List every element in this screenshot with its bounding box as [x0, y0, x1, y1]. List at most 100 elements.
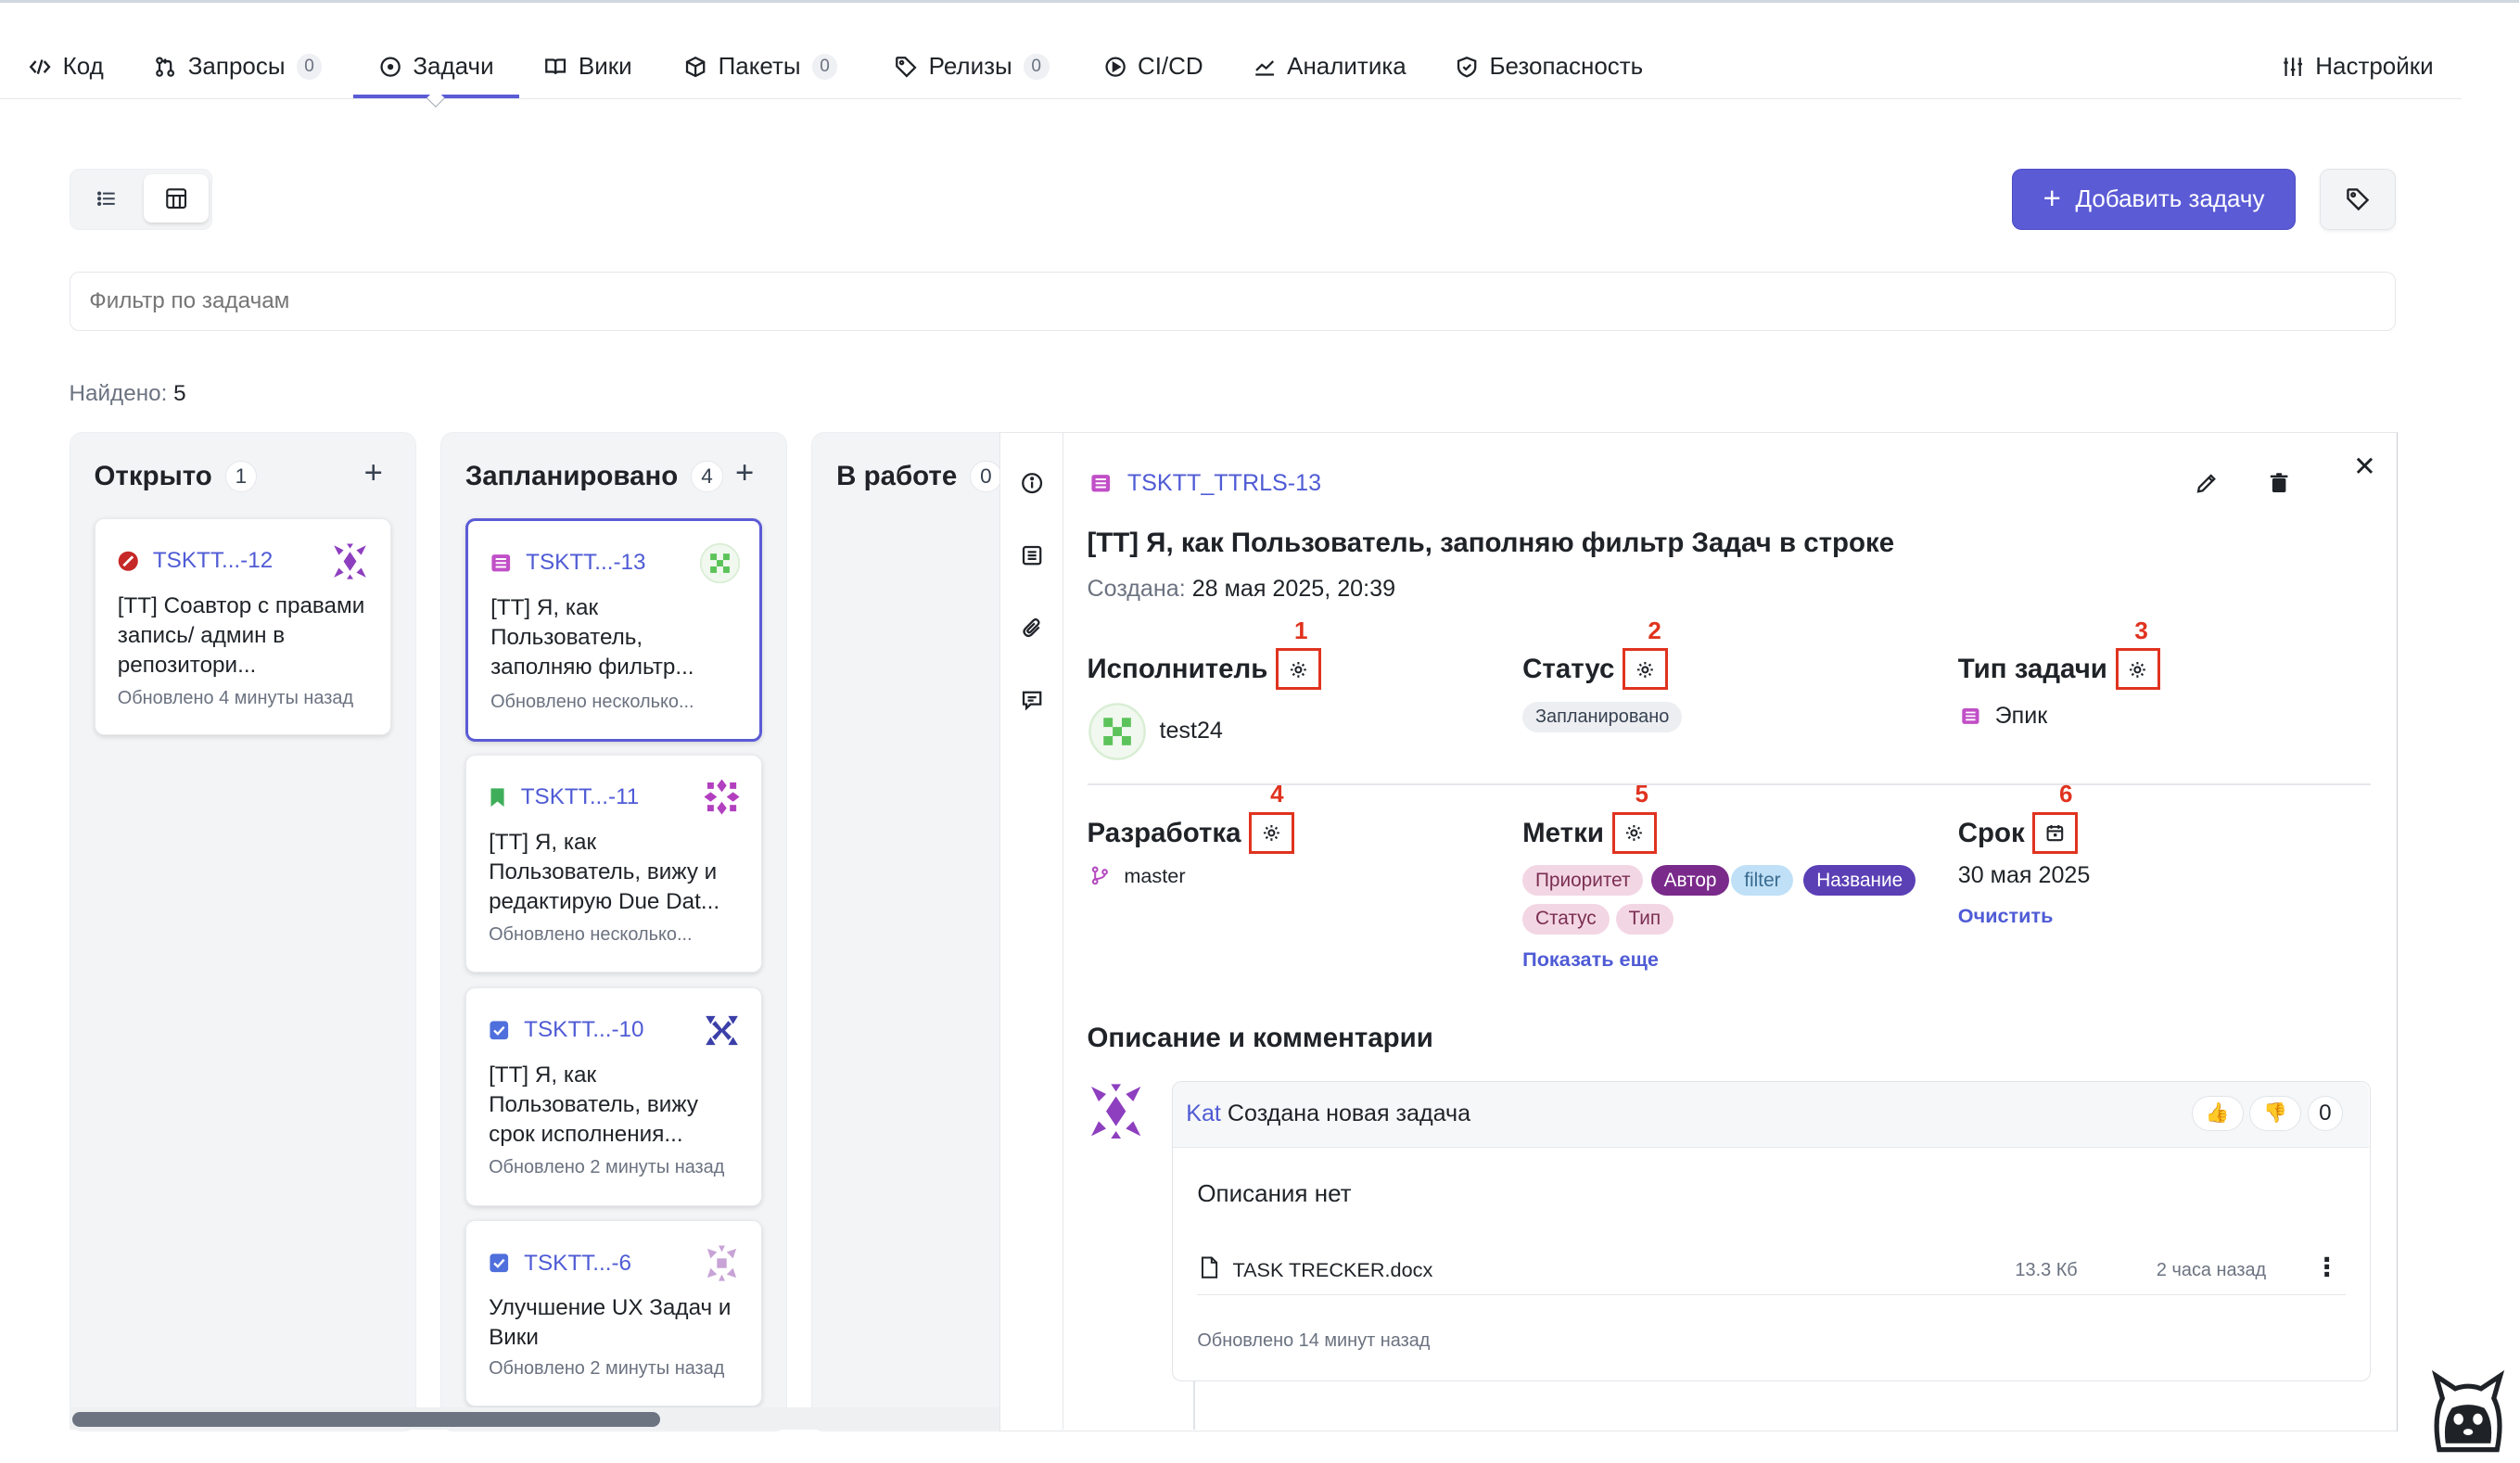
- task-detail-panel: TSKTT_TTRLS-13 ✕ [TT] Я, как Пользовател…: [999, 432, 2398, 1432]
- branch-item[interactable]: master: [1090, 864, 1186, 888]
- labels-field-label: Метки: [1522, 812, 1658, 855]
- due-date-picker-button[interactable]: [2032, 812, 2078, 855]
- card-title: [TT] Я, как Пользователь, вижу срок испо…: [489, 1062, 698, 1148]
- tab-tasks[interactable]: Задачи: [379, 35, 494, 98]
- epic-icon: [1091, 475, 1111, 492]
- development-label: Разработка: [1087, 817, 1241, 848]
- file-icon: [1201, 1256, 1217, 1279]
- task-card[interactable]: TSKTT...-12 [TT] Соавтор с правами запис…: [94, 518, 392, 735]
- clear-due-date-link[interactable]: Очистить: [1958, 904, 2054, 928]
- bookmark-icon: [490, 788, 504, 807]
- board-scrollbar-thumb[interactable]: [71, 1412, 661, 1427]
- comment-author[interactable]: Kat: [1186, 1100, 1221, 1126]
- trash-icon[interactable]: [2268, 472, 2290, 494]
- task-filter-input[interactable]: [69, 271, 2396, 331]
- description-button[interactable]: [1020, 542, 1046, 568]
- tab-settings-label: Настройки: [2315, 52, 2434, 81]
- attachment-name[interactable]: TASK TRECKER.docx: [1232, 1258, 1432, 1282]
- created-value: 28 мая 2025, 20:39: [1191, 576, 1396, 603]
- attachment-row[interactable]: TASK TRECKER.docx 13.3 Кб 2 часа назад ⋮: [1197, 1251, 2347, 1296]
- tab-requests[interactable]: Запросы 0: [154, 35, 323, 98]
- card-title: [TT] Соавтор с правами запись/ админ в р…: [117, 593, 365, 679]
- book-icon: [544, 56, 566, 78]
- tab-wiki-label: Вики: [578, 52, 632, 81]
- column-title-text: Открыто: [94, 460, 212, 491]
- task-card[interactable]: TSKTT...-10 [TT] Я, как Пользователь, ви…: [465, 987, 763, 1206]
- type-field-label: Тип задачи: [1957, 648, 2161, 691]
- attachment-time: 2 часа назад: [2156, 1259, 2267, 1280]
- releases-count-badge: 0: [1023, 54, 1050, 80]
- column-open: Открыто 1 + TSKTT...-12 [TT] Соавтор с п…: [69, 432, 416, 1432]
- tab-wiki[interactable]: Вики: [544, 35, 632, 98]
- comments-button[interactable]: [1020, 687, 1046, 713]
- annotation-marker-4: 4: [1270, 780, 1284, 808]
- task-type-text: Эпик: [1994, 703, 2048, 730]
- labels-settings-button[interactable]: [1611, 812, 1658, 855]
- tab-security[interactable]: Безопасность: [1456, 35, 1643, 98]
- development-settings-button[interactable]: [1249, 812, 1294, 855]
- info-button[interactable]: [1020, 470, 1046, 496]
- issue-circle-icon: [379, 56, 401, 78]
- list-view-button[interactable]: [75, 174, 139, 223]
- thumbs-up-reaction-button[interactable]: 👍: [2192, 1096, 2244, 1132]
- gear-icon: [1290, 661, 1306, 678]
- type-label: Тип задачи: [1957, 653, 2107, 684]
- attachments-button[interactable]: [1020, 615, 1046, 641]
- add-card-button[interactable]: +: [364, 455, 383, 491]
- mascot-dog-icon[interactable]: [2426, 1369, 2510, 1457]
- task-id-link[interactable]: TSKTT_TTRLS-13: [1090, 470, 1321, 497]
- task-card[interactable]: TSKTT...-11 [TT] Я, как Пользователь, ви…: [465, 754, 763, 973]
- card-id[interactable]: TSKTT...-10: [524, 1017, 643, 1043]
- branch-icon: [1091, 866, 1108, 885]
- tag-icon: [895, 56, 917, 78]
- card-id[interactable]: TSKTT...-12: [153, 548, 273, 574]
- label-chip[interactable]: Название: [1803, 865, 1916, 897]
- show-more-labels-link[interactable]: Показать еще: [1522, 948, 1659, 972]
- status-settings-button[interactable]: [1623, 648, 1668, 691]
- kebab-menu-icon[interactable]: ⋮: [2314, 1252, 2340, 1282]
- column-count: 1: [224, 460, 258, 493]
- gear-icon: [1626, 825, 1643, 842]
- card-id[interactable]: TSKTT...-11: [521, 784, 640, 810]
- add-task-label: Добавить задачу: [2075, 184, 2265, 213]
- type-settings-button[interactable]: [2115, 648, 2161, 691]
- label-chip[interactable]: Статус: [1522, 903, 1610, 935]
- label-chip[interactable]: Автор: [1650, 865, 1730, 897]
- assignee-name[interactable]: test24: [1159, 718, 1222, 744]
- thumbs-down-reaction-button[interactable]: 👎: [2249, 1096, 2301, 1132]
- tab-tasks-label: Задачи: [413, 52, 494, 81]
- tab-code[interactable]: Код: [29, 35, 104, 98]
- blocked-circle-icon: [118, 551, 138, 571]
- tab-settings[interactable]: Настройки: [2282, 35, 2434, 98]
- tab-packages-label: Пакеты: [718, 52, 801, 81]
- close-panel-button[interactable]: ✕: [2353, 451, 2376, 483]
- labels-button[interactable]: [2320, 168, 2396, 230]
- card-id[interactable]: TSKTT...-13: [526, 550, 645, 576]
- found-label: Найдено:: [69, 380, 168, 406]
- due-field-label: Срок: [1958, 812, 2078, 855]
- column-count: 4: [691, 460, 723, 493]
- task-card-selected[interactable]: TSKTT...-13 [TT] Я, как Пользователь, за…: [465, 518, 763, 742]
- epic-icon: [1962, 708, 1979, 725]
- tab-analytics[interactable]: Аналитика: [1254, 35, 1406, 98]
- due-date-value: 30 мая 2025: [1957, 861, 2091, 888]
- tab-cicd[interactable]: CI/CD: [1104, 35, 1203, 98]
- add-card-button[interactable]: +: [735, 455, 754, 491]
- label-chip[interactable]: Приоритет: [1522, 865, 1644, 897]
- shield-icon: [1456, 56, 1478, 78]
- assignee-settings-button[interactable]: [1275, 648, 1321, 691]
- tab-code-label: Код: [62, 52, 104, 81]
- repo-nav: Код Запросы 0 Задачи Вики Пакеты 0 Релиз…: [0, 35, 2462, 108]
- task-card[interactable]: TSKTT...-6 Улучшение UX Задач и Вики Обн…: [465, 1220, 763, 1407]
- code-icon: [29, 56, 51, 78]
- tab-releases[interactable]: Релизы 0: [895, 35, 1050, 98]
- label-chip[interactable]: Тип: [1615, 903, 1674, 935]
- board-view-button[interactable]: [144, 174, 209, 223]
- label-chip[interactable]: filter: [1731, 865, 1794, 897]
- task-title: [TT] Я, как Пользователь, заполняю фильт…: [1087, 528, 1895, 559]
- add-task-button[interactable]: + Добавить задачу: [2011, 168, 2297, 230]
- tab-packages[interactable]: Пакеты 0: [684, 35, 838, 98]
- card-id[interactable]: TSKTT...-6: [524, 1251, 631, 1277]
- paperclip-icon: [1023, 617, 1041, 637]
- edit-pencil-icon[interactable]: [2195, 472, 2218, 494]
